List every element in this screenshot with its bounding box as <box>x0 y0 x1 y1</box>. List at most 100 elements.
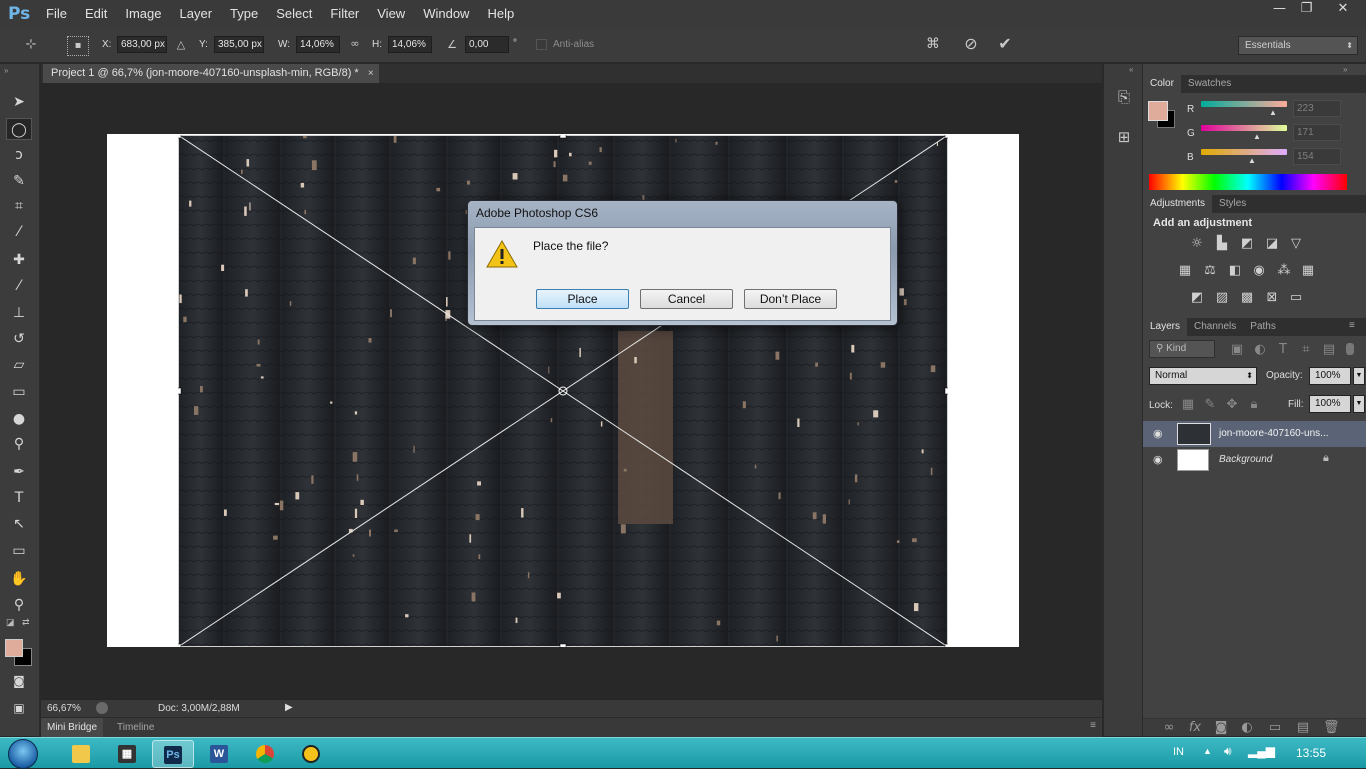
rotate-field[interactable]: 0,00 <box>465 36 509 53</box>
menu-view[interactable]: View <box>368 0 414 28</box>
menu-edit[interactable]: Edit <box>76 0 116 28</box>
tray-up-arrow-icon[interactable]: ▲ <box>1203 746 1212 756</box>
document-tab[interactable]: Project 1 @ 66,7% (jon-moore-407160-unsp… <box>43 64 379 83</box>
menu-select[interactable]: Select <box>267 0 321 28</box>
collapse-toolbar-icon[interactable]: » <box>4 66 8 75</box>
y-position-field[interactable]: 385,00 px <box>214 36 264 53</box>
lasso-tool-icon[interactable]: ↄ <box>6 144 32 166</box>
zoom-level[interactable]: 66,67% <box>47 703 81 714</box>
canvas-area[interactable] <box>41 83 1102 699</box>
channel-r-value[interactable]: 223 <box>1293 100 1341 117</box>
tab-timeline[interactable]: Timeline <box>117 718 154 737</box>
minimize-button[interactable]: — <box>1266 0 1293 20</box>
taskbar-word[interactable]: W <box>198 740 240 768</box>
menu-window[interactable]: Window <box>414 0 478 28</box>
play-arrow-icon[interactable]: ▶ <box>285 702 293 713</box>
hue-saturation-icon[interactable]: ▦ <box>1177 264 1193 278</box>
export-icon[interactable] <box>96 702 108 714</box>
place-button[interactable]: Place <box>536 289 629 309</box>
clock[interactable]: 13:55 <box>1296 746 1326 760</box>
layer-name[interactable]: Background <box>1219 454 1272 465</box>
height-field[interactable]: 14,06% <box>388 36 432 53</box>
quick-mask-icon[interactable]: ◙ <box>6 670 32 692</box>
panel-menu-icon[interactable]: ≡ <box>1090 720 1096 731</box>
move-tool-icon[interactable]: ➤ <box>6 91 32 113</box>
language-indicator[interactable]: IN <box>1173 746 1184 758</box>
foreground-color-swatch[interactable] <box>5 639 23 657</box>
channel-b-thumb[interactable]: ▲ <box>1248 156 1256 165</box>
dodge-tool-icon[interactable]: ⚲ <box>6 433 32 455</box>
channel-g-thumb[interactable]: ▲ <box>1253 132 1261 141</box>
eraser-tool-icon[interactable]: ▱ <box>6 354 32 376</box>
blend-mode-select[interactable]: Normal ⬍ <box>1149 367 1257 385</box>
tab-channels[interactable]: Channels <box>1187 318 1243 336</box>
layer-row-background[interactable]: ◉ Background 🔒︎ <box>1143 447 1366 473</box>
reference-point-icon[interactable]: ▪ <box>67 36 89 56</box>
link-icon[interactable]: ∞ <box>347 37 363 50</box>
visibility-eye-icon[interactable]: ◉ <box>1153 427 1163 440</box>
filter-type-icon[interactable]: T <box>1275 343 1291 357</box>
blur-tool-icon[interactable]: ● <box>6 408 32 430</box>
lock-position-icon[interactable]: ✥ <box>1224 398 1240 412</box>
history-brush-tool-icon[interactable]: ↺ <box>6 328 32 350</box>
exposure-icon[interactable]: ◪ <box>1264 237 1280 251</box>
warp-mode-icon[interactable]: ⌘ <box>922 36 944 52</box>
opacity-field[interactable]: 100% <box>1309 367 1351 385</box>
link-layers-icon[interactable]: ∞ <box>1161 721 1177 735</box>
taskbar-other-app[interactable] <box>290 740 332 768</box>
posterize-icon[interactable]: ▨ <box>1214 291 1230 305</box>
new-group-icon[interactable]: ▭ <box>1267 721 1283 735</box>
swap-colors-icon[interactable]: ⇄ <box>22 617 30 628</box>
lock-all-icon[interactable]: 🔒︎ <box>1246 398 1262 412</box>
close-button[interactable]: ✕ <box>1320 0 1366 20</box>
color-spectrum-bar[interactable] <box>1149 174 1347 190</box>
tab-adjustments[interactable]: Adjustments <box>1143 195 1213 213</box>
channel-b-slider[interactable] <box>1201 149 1287 155</box>
x-position-field[interactable]: 683,00 px <box>117 36 167 53</box>
new-layer-icon[interactable]: ▤ <box>1295 721 1311 735</box>
gradient-map-icon[interactable]: ▭ <box>1288 291 1304 305</box>
levels-icon[interactable]: ▙ <box>1214 237 1230 251</box>
channel-mixer-icon[interactable]: ⁂ <box>1276 264 1292 278</box>
filter-adjustment-icon[interactable]: ◐ <box>1252 343 1268 357</box>
menu-filter[interactable]: Filter <box>321 0 368 28</box>
healing-brush-tool-icon[interactable]: ✚ <box>6 249 32 271</box>
screen-mode-icon[interactable]: ▣ <box>6 697 32 719</box>
lock-transparent-icon[interactable]: ▦ <box>1180 398 1196 412</box>
tab-swatches[interactable]: Swatches <box>1181 75 1238 93</box>
antialias-checkbox[interactable] <box>536 39 547 50</box>
threshold-icon[interactable]: ▩ <box>1239 291 1255 305</box>
width-field[interactable]: 14,06% <box>296 36 340 53</box>
tab-paths[interactable]: Paths <box>1243 318 1283 336</box>
rectangle-tool-icon[interactable]: ▭ <box>6 540 32 562</box>
restore-button[interactable]: ❐ <box>1293 0 1320 20</box>
layer-name[interactable]: jon-moore-407160-uns... <box>1219 428 1329 439</box>
tab-layers[interactable]: Layers <box>1143 318 1188 336</box>
menu-layer[interactable]: Layer <box>171 0 222 28</box>
add-mask-icon[interactable]: ◙ <box>1213 721 1229 735</box>
properties-panel-icon[interactable]: ⊞ <box>1114 128 1134 146</box>
network-signal-icon[interactable]: ▂▄▆ <box>1248 744 1275 758</box>
menu-type[interactable]: Type <box>221 0 267 28</box>
menu-image[interactable]: Image <box>116 0 170 28</box>
collapse-icon[interactable]: « <box>1129 65 1133 74</box>
filter-shape-icon[interactable]: ⌗ <box>1298 343 1314 357</box>
brightness-contrast-icon[interactable]: ☼ <box>1189 237 1205 251</box>
channel-r-slider[interactable] <box>1201 101 1287 107</box>
default-colors-icon[interactable]: ◪ <box>6 617 15 628</box>
channel-r-thumb[interactable]: ▲ <box>1269 108 1277 117</box>
start-button[interactable] <box>8 739 38 769</box>
color-lookup-icon[interactable]: ▦ <box>1300 264 1316 278</box>
taskbar-chrome[interactable] <box>244 740 286 768</box>
hand-tool-icon[interactable]: ✋ <box>6 568 32 590</box>
gradient-tool-icon[interactable]: ▭ <box>6 381 32 403</box>
tab-mini-bridge[interactable]: Mini Bridge <box>41 718 104 737</box>
invert-icon[interactable]: ◩ <box>1189 291 1205 305</box>
tab-styles[interactable]: Styles <box>1212 195 1253 213</box>
channel-g-slider[interactable] <box>1201 125 1287 131</box>
taskbar-media-app[interactable]: ▦ <box>106 740 148 768</box>
lock-image-icon[interactable]: ✎ <box>1202 398 1218 412</box>
taskbar-file-explorer[interactable] <box>60 740 102 768</box>
brush-tool-icon[interactable]: ⁄ <box>6 275 32 297</box>
quick-selection-tool-icon[interactable]: ✎ <box>6 170 32 192</box>
